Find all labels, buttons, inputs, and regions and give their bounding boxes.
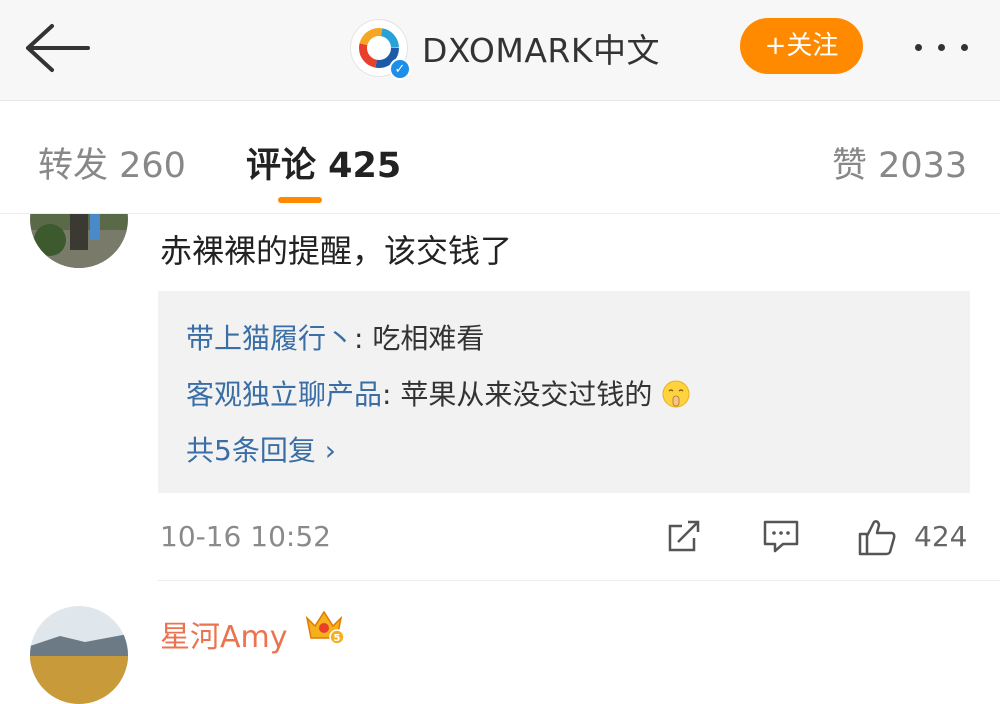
comment-divider [158,580,1000,581]
comment-username[interactable]: 星河Amy [160,612,288,656]
comment-time: 10-16 10:52 [160,520,331,553]
tab-reposts-label[interactable]: 转发 260 [38,137,186,188]
vip-level: 5 [334,633,341,644]
reply-text: 吃相难看 [372,322,485,355]
avatar[interactable] [30,606,128,704]
like-count: 424 [914,520,968,553]
reply-separator: : [382,378,401,411]
reply-text: 苹果从来没交过钱的 [400,378,653,411]
active-tab-underline [278,197,322,203]
reply-author[interactable]: 带上猫履行丶 [186,322,354,355]
more-dot [915,44,922,51]
verified-icon: ✓ [389,58,411,80]
more-replies-link[interactable]: 共5条回复 › [186,429,336,469]
tab-comments-label[interactable]: 评论 425 [246,137,401,188]
more-dot [961,44,968,51]
avatar-photo [30,606,128,704]
reply-item[interactable]: 客观独立聊产品: 苹果从来没交过钱的 [186,373,691,413]
vip-crown-icon[interactable]: 5 [303,604,345,646]
shush-emoji-icon [662,380,690,408]
account-avatar[interactable]: ✓ [350,19,411,80]
comment-text: 赤裸裸的提醒，该交钱了 [160,232,513,270]
tab-likes-label[interactable]: 赞 2033 [832,137,967,188]
follow-button[interactable]: +关注 [740,18,863,74]
share-icon[interactable] [664,516,704,556]
reply-separator: : [354,322,373,355]
back-arrow-icon[interactable] [22,22,92,74]
more-icon[interactable] [915,44,968,51]
reply-item[interactable]: 带上猫履行丶: 吃相难看 [186,317,484,357]
comment-icon[interactable] [761,516,801,556]
tab-bar-overlay: 转发 260 评论 425 赞 2033 [0,101,1000,213]
account-name[interactable]: DXOMARK中文 [422,24,660,72]
top-bar: ✓ DXOMARK中文 +关注 [0,0,1000,101]
like-icon[interactable] [856,516,898,558]
reply-preview-box[interactable]: 带上猫履行丶: 吃相难看 客观独立聊产品: 苹果从来没交过钱的 共5条回复 › [158,291,970,493]
account-header[interactable]: ✓ DXOMARK中文 [350,16,660,80]
reply-author[interactable]: 客观独立聊产品 [186,378,382,411]
more-dot [938,44,945,51]
